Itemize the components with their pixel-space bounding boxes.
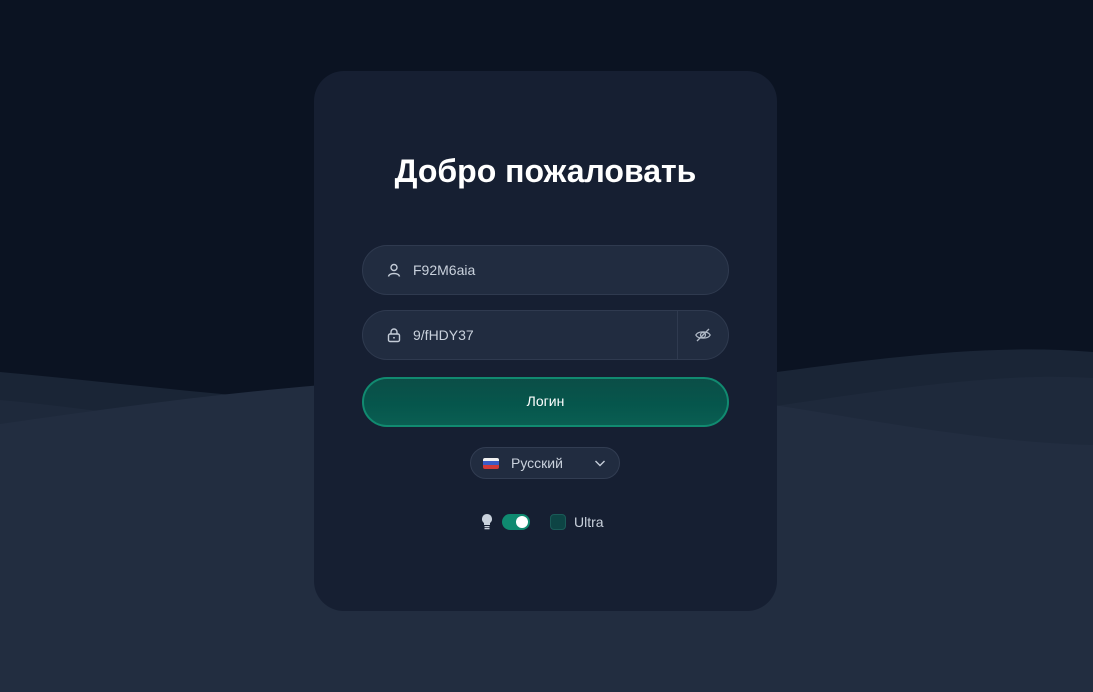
lightbulb-icon: [482, 514, 492, 530]
russia-flag-icon: [483, 457, 499, 469]
page-title: Добро пожаловать: [394, 153, 697, 189]
login-button[interactable]: Логин: [362, 377, 729, 427]
eye-off-icon: [695, 328, 711, 342]
password-input[interactable]: [413, 311, 677, 359]
username-field[interactable]: [362, 245, 729, 295]
ultra-checkbox[interactable]: [550, 514, 566, 530]
show-password-button[interactable]: [677, 311, 728, 359]
toggle-knob: [516, 516, 528, 528]
login-card: Добро пожаловать Логин: [314, 71, 777, 611]
chevron-down-icon: [593, 456, 607, 470]
theme-toggle[interactable]: [502, 514, 530, 530]
options-row: Ultra: [314, 511, 777, 533]
password-field[interactable]: [362, 310, 729, 360]
user-icon: [385, 261, 403, 279]
lock-icon: [385, 326, 403, 344]
language-select[interactable]: Русский: [470, 447, 620, 479]
language-label: Русский: [511, 455, 563, 471]
ultra-label: Ultra: [574, 514, 604, 530]
username-input[interactable]: [413, 246, 728, 294]
